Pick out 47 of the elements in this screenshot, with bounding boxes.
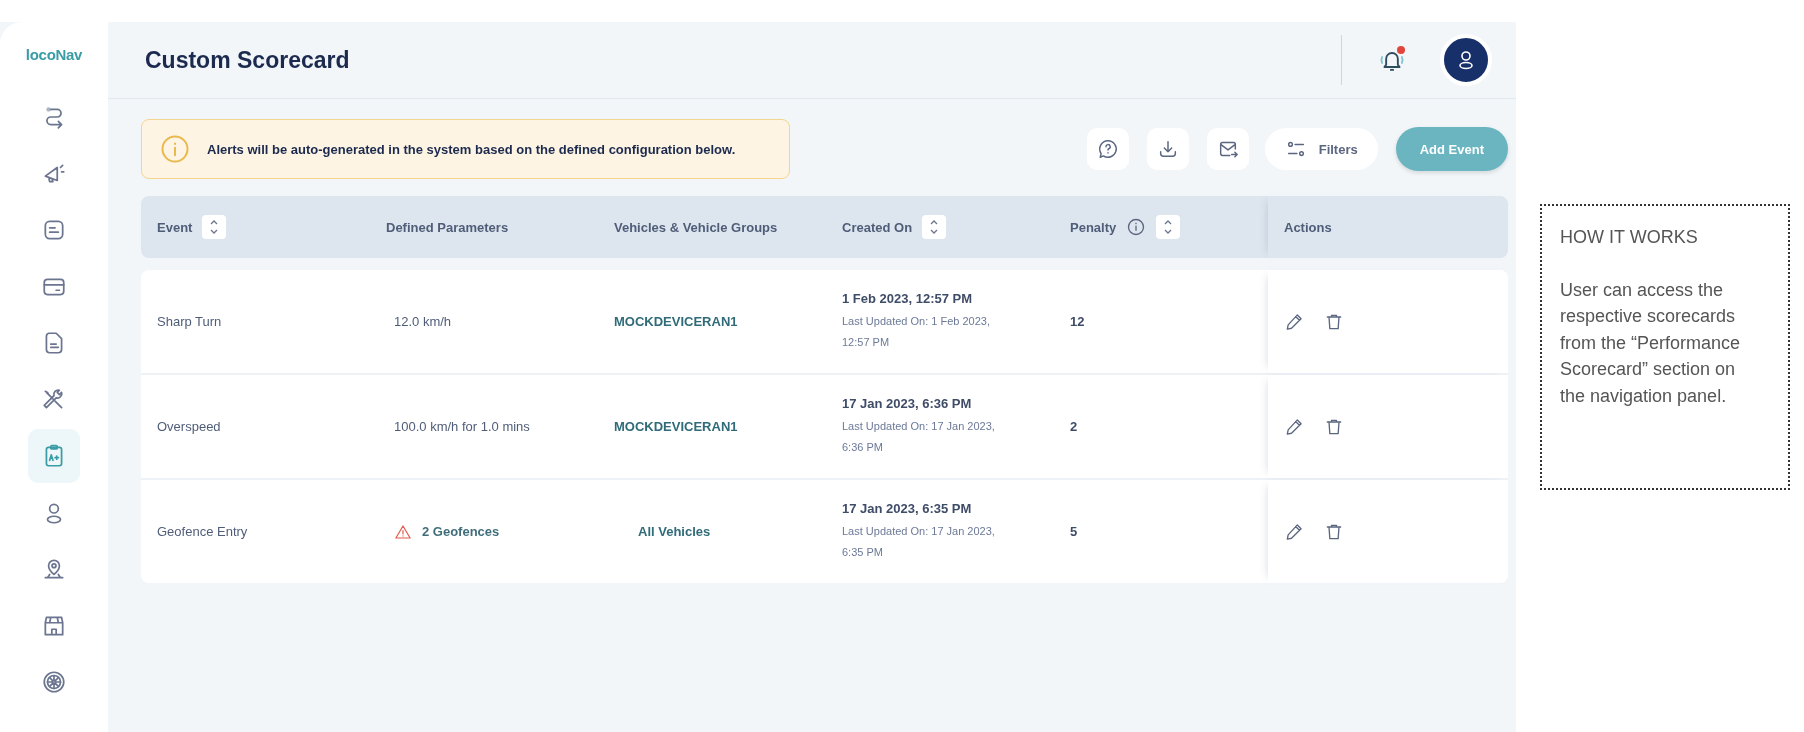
updated-date: Last Updated On: 17 Jan 2023, 6:35 PM: [842, 523, 996, 560]
event-name: Geofence Entry: [157, 524, 248, 539]
vehicle-name: All Vehicles: [637, 524, 711, 539]
column-header: Created On: [842, 219, 913, 235]
column-header: Event: [157, 219, 193, 235]
edit-button[interactable]: [1284, 416, 1304, 437]
updated-date: Last Updated On: 17 Jan 2023, 6:36 PM: [842, 418, 996, 455]
edit-button[interactable]: [1284, 521, 1304, 542]
notification-button[interactable]: [1378, 46, 1406, 74]
parameter-value: 12.0 km/h: [394, 314, 452, 329]
vehicle-name: MOCKDEVICERAN1: [614, 419, 738, 434]
note-title: HOW IT WORKS: [1560, 226, 1699, 249]
wheel-icon: [41, 669, 67, 695]
created-date: 1 Feb 2023, 12:57 PM: [842, 290, 973, 306]
vehicle-name: MOCKDEVICERAN1: [614, 314, 738, 329]
download-button[interactable]: [1146, 128, 1189, 170]
event-name: Sharp Turn: [157, 314, 222, 329]
alert-message: Alerts will be auto-generated in the system based on the defined configuration below.: [207, 141, 736, 157]
created-date: 17 Jan 2023, 6:35 PM: [842, 500, 972, 516]
column-header: Penalty: [1070, 219, 1117, 235]
edit-button[interactable]: [1284, 311, 1304, 332]
penalty-value: 12: [1070, 314, 1085, 329]
brand-logo: locoNav: [25, 46, 83, 63]
column-header: Vehicles & Vehicle Groups: [614, 219, 778, 235]
parameter-value: 100.0 km/h for 1.0 mins: [394, 419, 530, 434]
pencil-icon: [1284, 521, 1304, 542]
event-name: Overspeed: [157, 419, 221, 434]
penalty-value: 2: [1070, 419, 1078, 434]
pencil-icon: [1284, 416, 1304, 437]
filters-button[interactable]: Filters: [1264, 128, 1378, 170]
info-icon: [160, 134, 190, 164]
created-date: 17 Jan 2023, 6:36 PM: [842, 395, 972, 411]
help-button[interactable]: [1086, 128, 1129, 170]
email-button[interactable]: [1206, 128, 1249, 170]
note-icon: [41, 217, 67, 243]
help-icon: [1096, 138, 1119, 160]
note-text: User can access the respective scorecards from the “Performance Scorecard” section on the navigation panel.: [1560, 278, 1742, 408]
parameter-value: 2 Geofences: [422, 524, 500, 539]
user-avatar[interactable]: [1440, 34, 1492, 86]
sidebar-item[interactable]: [28, 429, 80, 483]
penalty-value: 5: [1070, 524, 1078, 539]
page-title: Custom Scorecard: [145, 46, 351, 74]
info-icon: [1126, 217, 1147, 237]
updated-date: Last Updated On: 1 Feb 2023, 12:57 PM: [842, 313, 991, 350]
column-header: Defined Parameters: [386, 219, 509, 235]
pencil-icon: [1284, 311, 1304, 332]
column-header: Actions: [1284, 219, 1332, 235]
